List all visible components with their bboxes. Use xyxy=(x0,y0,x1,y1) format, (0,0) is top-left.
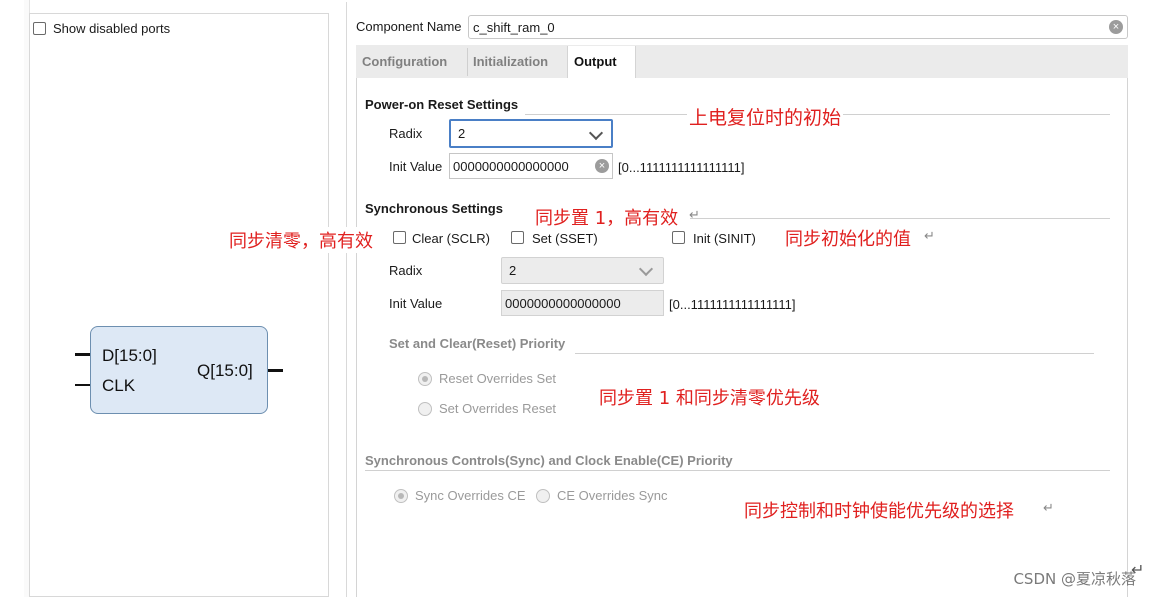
power-on-radix-label: Radix xyxy=(389,126,423,141)
component-name-value: c_shift_ram_0 xyxy=(473,20,555,35)
show-disabled-ports-label: Show disabled ports xyxy=(53,21,171,36)
sync-overrides-ce-radio[interactable] xyxy=(394,489,408,503)
return-mark-icon: ↵ xyxy=(924,228,935,243)
chevron-down-icon xyxy=(638,261,654,277)
power-on-radix-select[interactable]: 2 xyxy=(449,119,613,148)
reset-overrides-set-label: Reset Overrides Set xyxy=(439,371,557,386)
sync-ce-priority-title: Synchronous Controls(Sync) and Clock Ena… xyxy=(365,453,733,468)
sync-overrides-ce-label: Sync Overrides CE xyxy=(415,488,526,503)
port-d-label: D[15:0] xyxy=(102,346,157,365)
set-overrides-reset-label: Set Overrides Reset xyxy=(439,401,557,416)
sync-radix-value: 2 xyxy=(509,263,517,278)
port-q-pin xyxy=(268,369,283,372)
annotation-priority: 同步置 1 和同步清零优先级 xyxy=(599,388,820,409)
show-disabled-ports-checkbox[interactable] xyxy=(33,22,46,35)
clear-icon[interactable]: × xyxy=(1109,20,1123,34)
init-sinit-checkbox[interactable] xyxy=(672,231,685,244)
return-mark-icon: ↵ xyxy=(689,207,700,222)
set-sset-checkbox[interactable] xyxy=(511,231,524,244)
set-overrides-reset-radio[interactable] xyxy=(418,402,432,416)
synchronous-settings-title: Synchronous Settings xyxy=(365,201,503,216)
power-on-init-input[interactable]: 0000000000000000 × xyxy=(449,153,613,179)
ce-overrides-sync-radio[interactable] xyxy=(536,489,550,503)
power-on-reset-title: Power-on Reset Settings xyxy=(365,97,519,112)
port-clk-label: CLK xyxy=(102,376,136,395)
clear-sclr-checkbox[interactable] xyxy=(393,231,406,244)
annotation-ce: 同步控制和时钟使能优先级的选择 xyxy=(744,501,1014,522)
annotation-sync-set: 同步置 1，高有效 xyxy=(534,204,680,230)
section-divider xyxy=(365,470,1110,471)
section-divider xyxy=(690,218,1110,219)
section-divider xyxy=(575,353,1094,354)
power-on-init-range: [0...1111111111111111] xyxy=(618,160,745,175)
component-name-label: Component Name xyxy=(356,19,462,34)
init-sinit-label: Init (SINIT) xyxy=(693,231,756,246)
port-d-pin xyxy=(75,353,91,356)
sync-init-input[interactable]: 0000000000000000 xyxy=(501,290,664,316)
component-name-input[interactable]: c_shift_ram_0 × xyxy=(468,15,1128,39)
watermark: CSDN @夏凉秋落 xyxy=(1013,570,1136,588)
sync-init-value: 0000000000000000 xyxy=(505,296,621,311)
port-clk-pin xyxy=(75,384,91,386)
annotation-sync-init: 同步初始化的值 xyxy=(785,229,911,250)
power-on-radix-value: 2 xyxy=(458,126,466,141)
symbol-panel xyxy=(29,13,329,597)
power-on-init-label: Init Value xyxy=(389,159,443,174)
sync-radix-select[interactable]: 2 xyxy=(501,257,664,284)
clear-icon[interactable]: × xyxy=(595,159,609,173)
annotation-sync-clear: 同步清零，高有效 xyxy=(229,227,373,253)
sync-init-range: [0...1111111111111111] xyxy=(669,297,796,312)
clear-sclr-label: Clear (SCLR) xyxy=(412,231,491,246)
set-sset-label: Set (SSET) xyxy=(532,231,598,246)
port-q-label: Q[15:0] xyxy=(197,361,253,380)
power-on-init-value: 0000000000000000 xyxy=(453,159,569,174)
chevron-down-icon xyxy=(588,125,604,141)
return-mark-icon: ↵ xyxy=(1043,500,1054,515)
reset-overrides-set-radio[interactable] xyxy=(418,372,432,386)
annotation-power-on-init: 上电复位时的初始 xyxy=(687,103,844,130)
tab-initialization[interactable]: Initialization xyxy=(467,46,568,78)
tab-configuration[interactable]: Configuration xyxy=(356,46,466,78)
set-clear-priority-title: Set and Clear(Reset) Priority xyxy=(389,336,566,351)
sync-radix-label: Radix xyxy=(389,263,423,278)
tab-output[interactable]: Output xyxy=(567,46,636,79)
sync-init-label: Init Value xyxy=(389,296,443,311)
ce-overrides-sync-label: CE Overrides Sync xyxy=(557,488,668,503)
